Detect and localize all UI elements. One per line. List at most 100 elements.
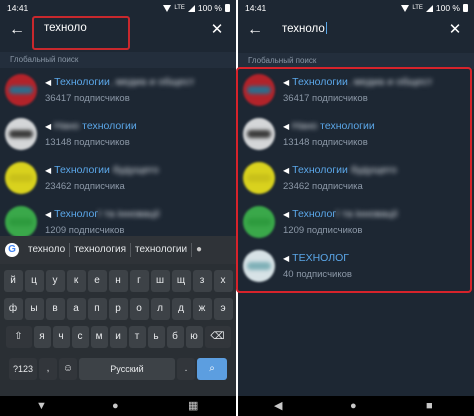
key[interactable]: ш: [150, 270, 170, 292]
period-key[interactable]: .: [177, 358, 195, 380]
comma-key[interactable]: ,: [39, 358, 57, 380]
key[interactable]: к: [66, 270, 86, 292]
key[interactable]: в: [45, 298, 65, 320]
channel-avatar: [243, 250, 275, 282]
status-icons: LTE 100 %: [163, 3, 230, 13]
result-item[interactable]: ◀ ТЕХНОЛОГ 40 подписчиков: [238, 246, 474, 290]
result-item[interactable]: ◀ Технологї та інновації 1209 подписчиков: [238, 202, 474, 246]
key[interactable]: о: [129, 298, 149, 320]
title-rest: , медиа и общест: [347, 76, 433, 88]
result-item[interactable]: ◀ Технологии будущего 23462 подписчика: [238, 158, 474, 202]
channel-title: ◀ Нано технологии: [283, 120, 375, 132]
key[interactable]: ц: [24, 270, 44, 292]
emoji-icon[interactable]: ☺: [59, 358, 77, 380]
shift-key[interactable]: ⇧: [5, 326, 32, 348]
battery-percent: 100 %: [197, 3, 222, 13]
search-key-icon[interactable]: ⌕: [197, 358, 227, 380]
megaphone-icon: ◀: [283, 166, 290, 175]
nav-home-icon[interactable]: ●: [350, 396, 357, 416]
symbols-key[interactable]: ?123: [9, 358, 37, 380]
channel-avatar: [243, 206, 275, 238]
key[interactable]: т: [128, 326, 146, 348]
key[interactable]: ж: [192, 298, 212, 320]
wifi-icon: [401, 4, 410, 12]
key[interactable]: л: [150, 298, 170, 320]
megaphone-icon: ◀: [283, 78, 290, 87]
key[interactable]: ф: [3, 298, 23, 320]
suggestion[interactable]: техноло: [24, 236, 69, 264]
channel-avatar: [243, 162, 275, 194]
key-row-3: ⇧ я ч с м и т ь б ю ⌫: [0, 326, 236, 348]
key[interactable]: э: [213, 298, 233, 320]
backspace-key[interactable]: ⌫: [204, 326, 231, 348]
megaphone-icon: ◀: [283, 254, 290, 263]
megaphone-icon: ◀: [45, 122, 52, 131]
mic-icon[interactable]: ●: [192, 236, 206, 264]
space-key[interactable]: Русский: [79, 358, 175, 380]
key[interactable]: р: [108, 298, 128, 320]
network-type: LTE: [412, 5, 423, 11]
nav-home-icon[interactable]: ●: [112, 396, 119, 416]
title-rest: ї та інновації: [98, 208, 160, 220]
key-row-1: й ц у к е н г ш щ з х: [0, 270, 236, 292]
channel-avatar: [5, 162, 37, 194]
clear-icon[interactable]: ✕: [206, 19, 228, 41]
key[interactable]: а: [66, 298, 86, 320]
key[interactable]: е: [87, 270, 107, 292]
key[interactable]: й: [3, 270, 23, 292]
title-match: технологии: [82, 120, 137, 132]
status-bar: 14:41 LTE 100 %: [238, 0, 474, 16]
key[interactable]: щ: [171, 270, 191, 292]
megaphone-icon: ◀: [283, 210, 290, 219]
megaphone-icon: ◀: [45, 78, 52, 87]
navigation-bar: ◀ ● ■: [238, 396, 474, 416]
back-arrow-icon[interactable]: ←: [244, 19, 266, 41]
left-screen: 14:41 LTE 100 % ← техноло ✕ Глобальный п…: [0, 0, 236, 416]
navigation-bar: ▼ ● ▦: [0, 396, 236, 416]
result-item[interactable]: ◀ Технологии, медиа и общест 36417 подпис…: [238, 70, 474, 114]
status-bar: 14:41 LTE 100 %: [0, 0, 236, 16]
key[interactable]: д: [171, 298, 191, 320]
result-item[interactable]: ◀ Нано технологии 13148 подписчиков: [0, 114, 236, 158]
subscriber-count: 1209 подписчиков: [283, 225, 363, 236]
key[interactable]: у: [45, 270, 65, 292]
channel-avatar: [5, 118, 37, 150]
key[interactable]: я: [33, 326, 51, 348]
suggestion[interactable]: технология: [70, 236, 130, 264]
nav-keyboard-icon[interactable]: ▦: [188, 396, 198, 416]
key[interactable]: ы: [24, 298, 44, 320]
key[interactable]: н: [108, 270, 128, 292]
title-match: Технолог: [54, 208, 99, 220]
key[interactable]: б: [166, 326, 184, 348]
result-item[interactable]: ◀ Нано технологии 13148 подписчиков: [238, 114, 474, 158]
nav-recents-icon[interactable]: ■: [426, 396, 433, 416]
result-item[interactable]: ◀ Технологии, медиа и общест 36417 подпис…: [0, 70, 236, 114]
title-rest: будущего: [347, 164, 397, 176]
key[interactable]: п: [87, 298, 107, 320]
search-input[interactable]: техноло: [282, 22, 327, 35]
key[interactable]: ч: [52, 326, 70, 348]
results-list: ◀ Технологии, медиа и общест 36417 подпис…: [0, 70, 236, 246]
google-icon[interactable]: G: [0, 236, 24, 264]
nav-back-icon[interactable]: ▼: [36, 396, 47, 416]
title-prefix: Нано: [54, 120, 83, 132]
global-search-header: Глобальный поиск: [238, 53, 474, 69]
key[interactable]: з: [192, 270, 212, 292]
key[interactable]: м: [90, 326, 108, 348]
back-arrow-icon[interactable]: ←: [6, 19, 28, 41]
subscriber-count: 40 подписчиков: [283, 269, 352, 280]
key[interactable]: х: [213, 270, 233, 292]
key[interactable]: ь: [147, 326, 165, 348]
channel-title: ◀ Технологии, медиа и общест: [45, 76, 194, 88]
key[interactable]: и: [109, 326, 127, 348]
title-rest: будущего: [109, 164, 159, 176]
key[interactable]: г: [129, 270, 149, 292]
key[interactable]: с: [71, 326, 89, 348]
key[interactable]: ю: [185, 326, 203, 348]
clear-icon[interactable]: ✕: [444, 19, 466, 41]
nav-back-icon[interactable]: ◀: [274, 396, 282, 416]
result-item[interactable]: ◀ Технологии будущего 23462 подписчика: [0, 158, 236, 202]
status-time: 14:41: [7, 3, 29, 13]
megaphone-icon: ◀: [283, 122, 290, 131]
suggestion[interactable]: технологии: [131, 236, 191, 264]
